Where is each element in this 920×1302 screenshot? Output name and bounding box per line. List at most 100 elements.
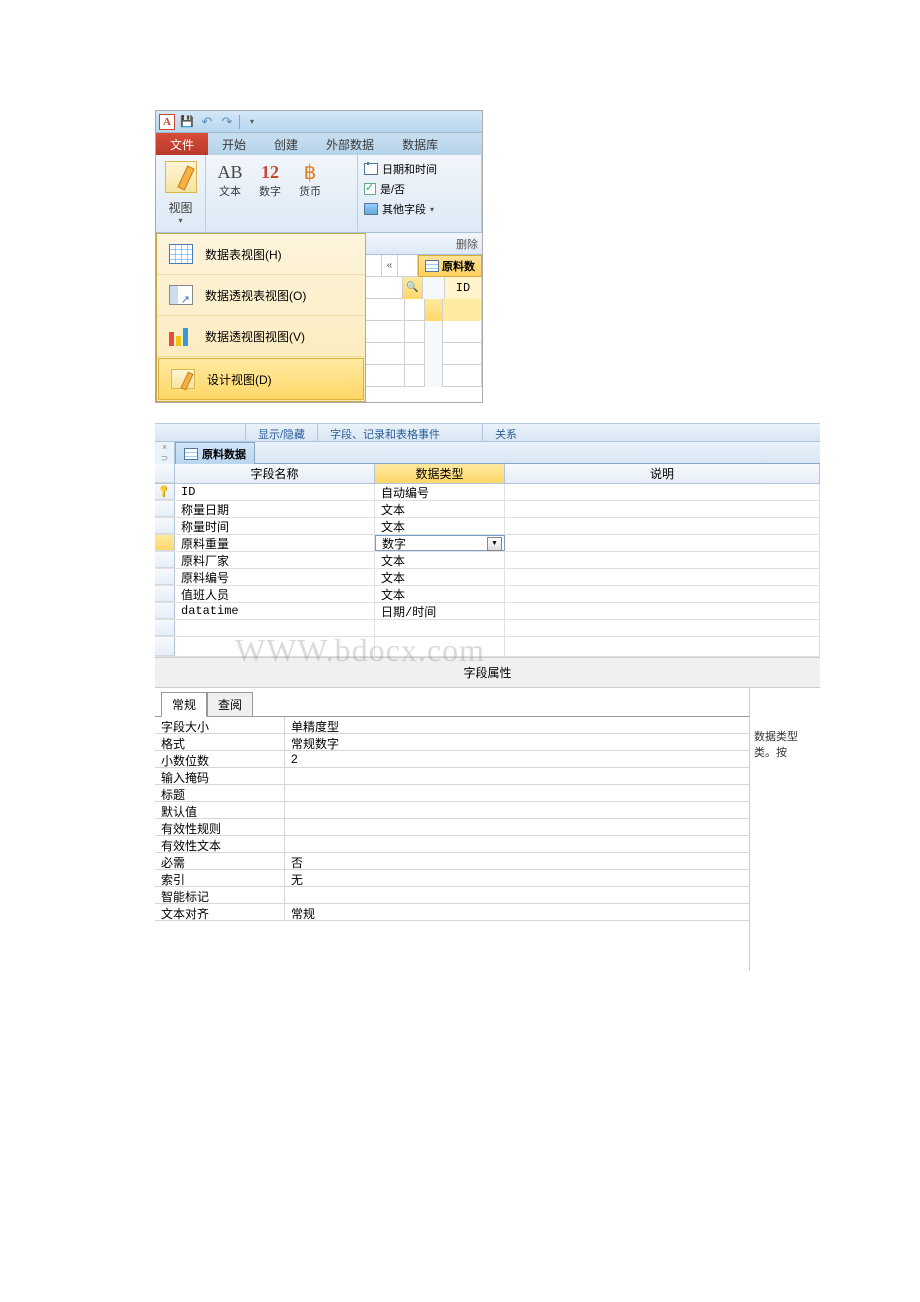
row-selector[interactable]: [155, 518, 175, 534]
data-type-cell[interactable]: 数字▼: [375, 535, 505, 551]
menu-design-view[interactable]: 设计视图(D): [158, 358, 364, 400]
datatype-dropdown-icon[interactable]: ▼: [487, 537, 502, 551]
row-selector[interactable]: [155, 501, 175, 517]
property-row[interactable]: 智能标记: [155, 887, 749, 904]
property-value[interactable]: 无: [285, 870, 749, 886]
menu-pivottable-view[interactable]: 数据透视表视图(O): [157, 275, 365, 316]
property-row[interactable]: 输入掩码: [155, 768, 749, 785]
property-value[interactable]: 常规数字: [285, 734, 749, 750]
property-value[interactable]: [285, 768, 749, 784]
property-row[interactable]: 文本对齐常规: [155, 904, 749, 921]
data-type-cell[interactable]: 文本: [375, 569, 505, 585]
tab-general[interactable]: 常规: [161, 692, 207, 717]
property-row[interactable]: 有效性规则: [155, 819, 749, 836]
tab-database[interactable]: 数据库: [388, 133, 452, 155]
field-row[interactable]: 原料厂家文本: [155, 552, 820, 569]
tab-file[interactable]: 文件: [156, 133, 208, 155]
view-dropdown-arrow[interactable]: ▾: [178, 216, 182, 225]
property-value[interactable]: [285, 887, 749, 903]
property-value[interactable]: 2: [285, 751, 749, 767]
field-name-cell[interactable]: 原料厂家: [175, 552, 375, 568]
row-selector[interactable]: [425, 299, 443, 321]
row-selector[interactable]: [155, 535, 175, 551]
field-name-cell[interactable]: 称量日期: [175, 501, 375, 517]
field-row[interactable]: 值班人员文本: [155, 586, 820, 603]
description-cell[interactable]: [505, 535, 820, 551]
property-row[interactable]: 标题: [155, 785, 749, 802]
row-selector[interactable]: [155, 552, 175, 568]
property-row[interactable]: 字段大小单精度型: [155, 717, 749, 734]
tab-lookup[interactable]: 查阅: [207, 692, 253, 717]
save-icon[interactable]: 💾: [179, 114, 195, 130]
field-row[interactable]: datatime日期/时间: [155, 603, 820, 620]
data-type-cell[interactable]: 文本: [375, 552, 505, 568]
data-type-cell[interactable]: 文本: [375, 518, 505, 534]
field-type-number[interactable]: 12 数字: [254, 161, 286, 226]
search-button[interactable]: 🔍: [403, 277, 423, 299]
description-cell[interactable]: [505, 569, 820, 585]
qat-customize-icon[interactable]: ▾: [244, 114, 260, 130]
row-selector[interactable]: [155, 620, 175, 636]
table-tab[interactable]: 原料数: [418, 255, 482, 277]
select-all-corner[interactable]: [155, 464, 175, 483]
description-cell[interactable]: [505, 586, 820, 602]
empty-field-row[interactable]: [155, 637, 820, 657]
field-name-cell[interactable]: ID: [175, 484, 375, 500]
property-row[interactable]: 默认值: [155, 802, 749, 819]
field-name-cell[interactable]: datatime: [175, 603, 375, 619]
property-row[interactable]: 格式常规数字: [155, 734, 749, 751]
tab-home[interactable]: 开始: [208, 133, 260, 155]
property-value[interactable]: 常规: [285, 904, 749, 920]
property-row[interactable]: 索引无: [155, 870, 749, 887]
field-row[interactable]: 原料编号文本: [155, 569, 820, 586]
description-cell[interactable]: [505, 552, 820, 568]
field-type-yesno[interactable]: 是/否: [364, 179, 475, 199]
row-selector[interactable]: [155, 586, 175, 602]
row-selector[interactable]: [155, 569, 175, 585]
design-table-tab[interactable]: 原料数据: [175, 442, 255, 464]
column-header-id[interactable]: ID: [445, 277, 482, 299]
tab-create[interactable]: 创建: [260, 133, 312, 155]
property-value[interactable]: [285, 802, 749, 818]
field-name-cell[interactable]: 称量时间: [175, 518, 375, 534]
property-value[interactable]: [285, 819, 749, 835]
property-row[interactable]: 必需否: [155, 853, 749, 870]
col-header-datatype[interactable]: 数据类型: [375, 464, 505, 483]
row-selector[interactable]: [155, 603, 175, 619]
property-row[interactable]: 有效性文本: [155, 836, 749, 853]
description-cell[interactable]: [505, 603, 820, 619]
delete-label[interactable]: 删除: [456, 236, 478, 252]
collapse-nav-icon[interactable]: «: [382, 255, 398, 277]
field-row[interactable]: 🔑ID自动编号: [155, 484, 820, 501]
field-type-currency[interactable]: ฿ 货币: [294, 161, 326, 226]
property-value[interactable]: [285, 785, 749, 801]
col-header-fieldname[interactable]: 字段名称: [175, 464, 375, 483]
menu-datasheet-view[interactable]: 数据表视图(H): [157, 234, 365, 275]
data-type-cell[interactable]: 自动编号: [375, 484, 505, 500]
view-button-label[interactable]: 视图: [168, 199, 192, 216]
field-name-cell[interactable]: 原料编号: [175, 569, 375, 585]
property-row[interactable]: 小数位数2: [155, 751, 749, 768]
undo-icon[interactable]: ↶: [199, 114, 215, 130]
data-type-cell[interactable]: 文本: [375, 501, 505, 517]
field-type-more[interactable]: 其他字段 ▾: [364, 199, 475, 219]
description-cell[interactable]: [505, 501, 820, 517]
field-row[interactable]: 称量日期文本: [155, 501, 820, 518]
field-type-datetime[interactable]: 日期和时间: [364, 159, 475, 179]
property-value[interactable]: [285, 836, 749, 852]
property-value[interactable]: 否: [285, 853, 749, 869]
tab-external-data[interactable]: 外部数据: [312, 133, 388, 155]
description-cell[interactable]: [505, 484, 820, 500]
description-cell[interactable]: [505, 518, 820, 534]
field-name-cell[interactable]: 原料重量: [175, 535, 375, 551]
col-header-description[interactable]: 说明: [505, 464, 820, 483]
property-value[interactable]: 单精度型: [285, 717, 749, 733]
field-name-cell[interactable]: 值班人员: [175, 586, 375, 602]
data-type-cell[interactable]: 文本: [375, 586, 505, 602]
empty-field-row[interactable]: [155, 620, 820, 637]
view-button-icon[interactable]: [165, 161, 197, 193]
data-type-cell[interactable]: 日期/时间: [375, 603, 505, 619]
redo-icon[interactable]: ↷: [219, 114, 235, 130]
field-row[interactable]: 称量时间文本: [155, 518, 820, 535]
row-selector[interactable]: [155, 637, 175, 656]
